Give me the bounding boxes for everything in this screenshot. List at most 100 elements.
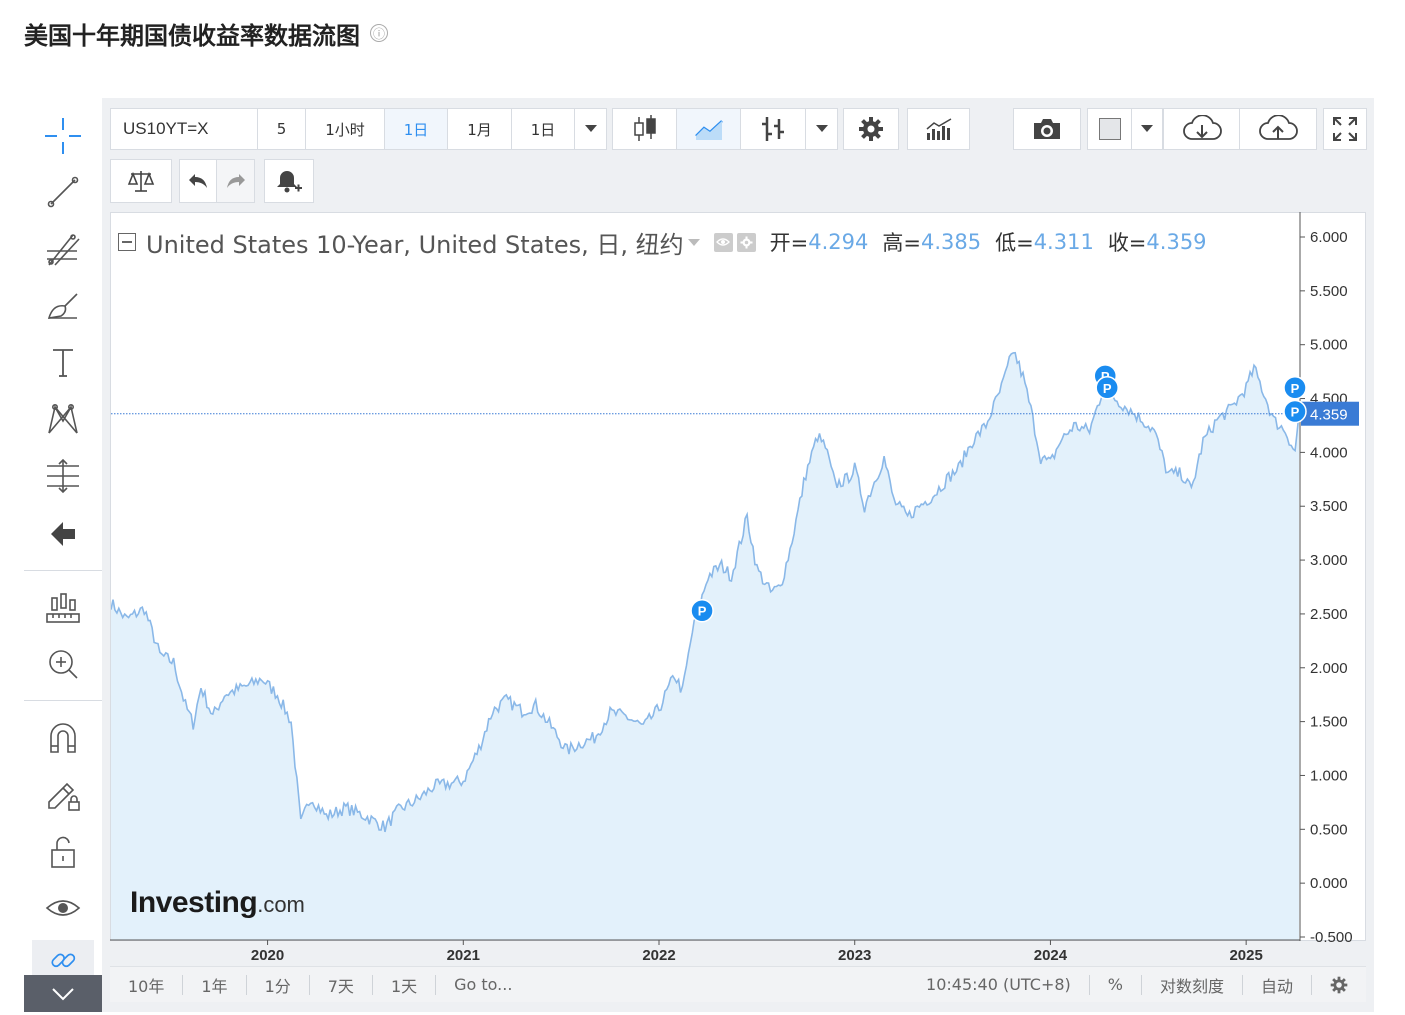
y-tick-label: 2.500 <box>1310 606 1348 623</box>
series-area-fill <box>111 352 1299 940</box>
settings-toolbar <box>843 108 899 150</box>
close-label: 收= <box>1107 231 1147 255</box>
high-label: 高= <box>882 231 921 255</box>
chevron-down-icon <box>815 125 828 132</box>
clock-time[interactable]: 10:45:40 (UTC+8) <box>908 967 1089 1003</box>
color-box-icon[interactable] <box>1087 108 1132 150</box>
interval-dropdown-caret[interactable] <box>575 108 607 150</box>
info-icon[interactable]: ⓘ <box>370 24 388 42</box>
y-tick-label: 5.500 <box>1310 283 1348 300</box>
indicators-toolbar <box>907 108 970 150</box>
y-tick-label: 0.000 <box>1310 875 1348 892</box>
chart-type-dropdown[interactable] <box>806 108 838 150</box>
y-tick-label: 5.000 <box>1310 337 1348 354</box>
undo-icon[interactable] <box>179 159 217 203</box>
legend-series-name: United States 10-Year, United States, 日,… <box>146 230 684 259</box>
brush-icon[interactable] <box>24 282 102 330</box>
y-tick-label: 1.000 <box>1310 767 1348 784</box>
link-icon[interactable] <box>32 940 94 980</box>
event-marker-label: P <box>698 604 707 619</box>
alert-toolbar <box>264 159 314 203</box>
indicators-icon[interactable] <box>907 108 970 150</box>
interval-toolbar: US10YT=X 5 1小时 1日 1月 1日 <box>110 108 607 150</box>
measure-icon[interactable] <box>24 584 102 632</box>
gann-icon[interactable] <box>24 452 102 500</box>
compare-scale-icon[interactable] <box>110 159 172 203</box>
chevron-down-icon <box>584 125 597 132</box>
bottom-range-bar: 10年 1年 1分 7天 1天 Go to... 10:45:40 (UTC+8… <box>110 966 1366 1002</box>
redo-icon[interactable] <box>217 159 255 203</box>
go-to-date[interactable]: Go to... <box>436 967 530 1003</box>
gear-icon[interactable] <box>1312 967 1366 1003</box>
open-label: 开= <box>769 231 809 255</box>
chevron-down-icon[interactable] <box>687 238 700 246</box>
left-drawing-toolbar <box>24 100 110 1012</box>
event-marker-label: P <box>1103 381 1112 396</box>
bar-chart-icon[interactable] <box>741 108 806 150</box>
cloud-upload-icon[interactable] <box>1240 108 1317 150</box>
cloud-toolbar <box>1163 108 1317 150</box>
line-chart-icon[interactable] <box>677 108 741 150</box>
high-value: 4.385 <box>920 230 982 254</box>
eye-icon[interactable] <box>24 884 102 932</box>
page-title: 美国十年期国债收益率数据流图 ⓘ <box>24 16 388 50</box>
legend-collapse-icon[interactable] <box>118 233 136 251</box>
collapse-chevron-icon[interactable] <box>24 975 102 1012</box>
fibonacci-icon[interactable] <box>24 225 102 273</box>
series-legend: United States 10-Year, United States, 日,… <box>118 226 1207 259</box>
settings-icon[interactable] <box>843 108 899 150</box>
range-10y[interactable]: 10年 <box>110 967 182 1003</box>
x-tick-label: 2025 <box>1229 947 1263 964</box>
x-tick-label: 2023 <box>838 947 872 964</box>
fullscreen-toolbar <box>1323 108 1367 150</box>
fullscreen-icon[interactable] <box>1323 108 1367 150</box>
low-label: 低= <box>995 231 1034 255</box>
y-tick-label: 0.500 <box>1310 821 1348 838</box>
text-icon[interactable] <box>24 338 102 386</box>
range-1d[interactable]: 1天 <box>373 967 435 1003</box>
chevron-down-icon <box>1141 125 1153 132</box>
alert-bell-icon[interactable] <box>264 159 314 203</box>
zoom-in-icon[interactable] <box>24 640 102 688</box>
color-toolbar <box>1087 108 1163 150</box>
interval-button-1h[interactable]: 1小时 <box>306 108 385 150</box>
range-1min[interactable]: 1分 <box>247 967 309 1003</box>
x-tick-label: 2021 <box>446 947 480 964</box>
eye-icon[interactable] <box>713 232 733 252</box>
magnet-icon[interactable] <box>24 714 102 762</box>
camera-icon[interactable] <box>1013 108 1081 150</box>
pattern-icon[interactable] <box>24 395 102 443</box>
event-marker-label: P <box>1291 404 1300 419</box>
unlock-icon[interactable] <box>24 828 102 876</box>
percent-scale-toggle[interactable]: % <box>1090 967 1141 1003</box>
candlestick-icon[interactable] <box>612 108 677 150</box>
undo-redo-toolbar <box>179 159 255 203</box>
chart-type-toolbar <box>612 108 838 150</box>
symbol-selector[interactable]: US10YT=X <box>110 108 258 150</box>
log-scale-toggle[interactable]: 对数刻度 <box>1142 967 1242 1003</box>
event-marker-label: P <box>1291 381 1300 396</box>
interval-button-1m[interactable]: 1月 <box>448 108 512 150</box>
close-value: 4.359 <box>1146 230 1207 254</box>
trend-line-icon[interactable] <box>24 168 102 216</box>
interval-dropdown[interactable]: 1日 <box>512 108 575 150</box>
yield-area-chart[interactable]: 6.0005.5005.0004.5004.0003.5003.0002.500… <box>110 212 1366 952</box>
color-dropdown[interactable] <box>1132 108 1163 150</box>
gear-icon[interactable] <box>736 232 756 252</box>
secondary-toolbar <box>110 159 172 203</box>
auto-scale-toggle[interactable]: 自动 <box>1243 967 1311 1003</box>
range-1y[interactable]: 1年 <box>183 967 245 1003</box>
y-tick-label: 6.000 <box>1310 229 1348 246</box>
logo-brand: Investing <box>130 886 258 919</box>
crosshair-icon[interactable] <box>24 112 102 160</box>
toolbar-divider <box>24 570 102 571</box>
cloud-download-icon[interactable] <box>1163 108 1240 150</box>
interval-button-1d[interactable]: 1日 <box>385 108 448 150</box>
interval-button-5[interactable]: 5 <box>258 108 306 150</box>
range-7d[interactable]: 7天 <box>310 967 372 1003</box>
back-arrow-icon[interactable] <box>24 510 102 558</box>
y-tick-label: 4.000 <box>1310 444 1348 461</box>
low-value: 4.311 <box>1033 230 1094 254</box>
lock-edit-icon[interactable] <box>24 770 102 818</box>
toolbar-divider <box>24 700 102 701</box>
